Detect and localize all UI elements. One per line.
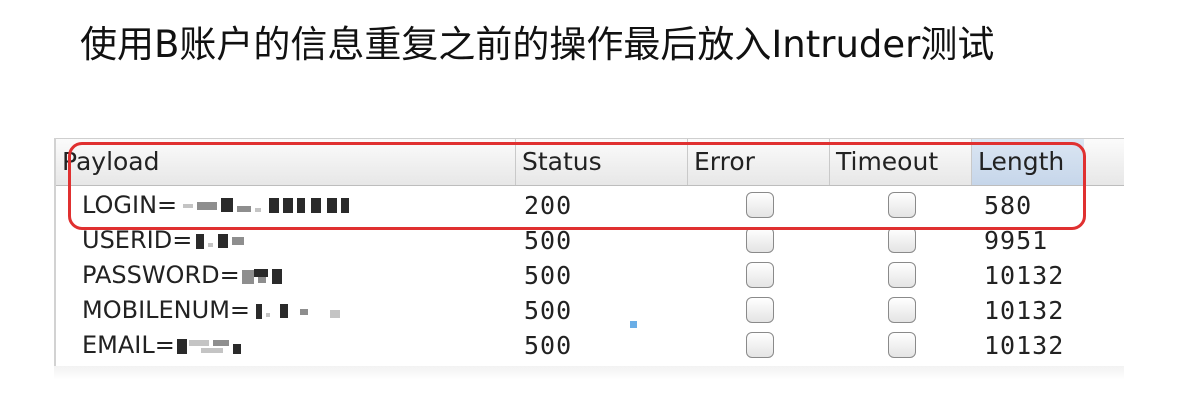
table-row[interactable]: PASSWORD= 500 10132 [56, 258, 1124, 293]
payload-text: PASSWORD= [82, 261, 240, 289]
table-row[interactable]: MOBILENUM= 500 10132 [56, 293, 1124, 328]
payload-text: EMAIL= [82, 331, 175, 359]
highlight-box [68, 142, 1086, 230]
length-cell: 10132 [984, 331, 1065, 360]
timeout-checkbox[interactable] [888, 332, 916, 358]
status-cell: 500 [524, 261, 573, 290]
error-checkbox[interactable] [746, 227, 774, 253]
payload-text: MOBILENUM= [82, 296, 251, 324]
payload-text: USERID= [82, 226, 193, 254]
timeout-checkbox[interactable] [888, 297, 916, 323]
length-cell: 10132 [984, 296, 1065, 325]
error-checkbox[interactable] [746, 332, 774, 358]
payload-cell: MOBILENUM= [82, 293, 360, 328]
status-cell: 500 [524, 296, 573, 325]
payload-cell: EMAIL= [82, 328, 265, 363]
status-cell: 500 [524, 331, 573, 360]
redacted-value [175, 336, 265, 356]
payload-cell: PASSWORD= [82, 258, 310, 293]
cursor-dot [630, 321, 637, 328]
slide-title: 使用B账户的信息重复之前的操作最后放入Intruder测试 [80, 23, 995, 66]
error-checkbox[interactable] [746, 297, 774, 323]
length-cell: 10132 [984, 261, 1065, 290]
redacted-value [240, 266, 310, 286]
timeout-checkbox[interactable] [888, 262, 916, 288]
redacted-value [192, 231, 262, 251]
error-checkbox[interactable] [746, 262, 774, 288]
table-row[interactable]: EMAIL= 500 10132 [56, 328, 1124, 363]
slide: 使用B账户的信息重复之前的操作最后放入Intruder测试 Payload St… [0, 0, 1190, 400]
table-bottom-edge [54, 366, 1124, 380]
redacted-value [250, 301, 360, 321]
timeout-checkbox[interactable] [888, 227, 916, 253]
